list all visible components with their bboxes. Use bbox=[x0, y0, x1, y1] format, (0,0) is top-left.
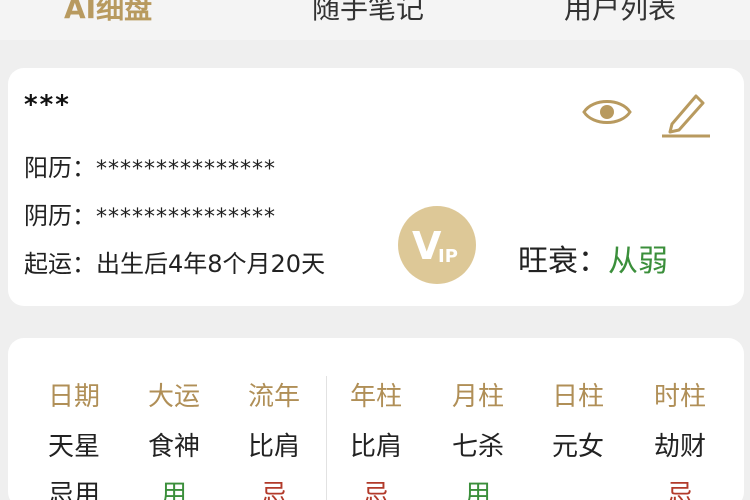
pillar-use: 用 bbox=[464, 480, 491, 500]
start-luck-value: 出生后4年8个月20天 bbox=[96, 250, 326, 278]
pillar-header: 月柱 bbox=[451, 382, 504, 412]
pillar-header: 大运 bbox=[147, 382, 200, 412]
pillar-star: 元女 bbox=[551, 432, 604, 462]
profile-card: *** 阳历：*************** 阴历：**************… bbox=[8, 68, 744, 306]
lunar-date-row: 阴历：*************** bbox=[24, 196, 276, 231]
tab-notes[interactable]: 随手笔记 bbox=[312, 0, 424, 32]
strength-label: 旺衰： bbox=[518, 244, 608, 279]
profile-name: *** bbox=[24, 90, 71, 120]
vip-watermark-icon: V IP bbox=[398, 206, 476, 284]
pillar-header: 时柱 bbox=[653, 382, 706, 412]
pillar-use: 忌用 bbox=[47, 480, 100, 500]
pillar-header: 年柱 bbox=[349, 382, 402, 412]
pillar-use: 忌 bbox=[666, 480, 693, 500]
pillar-header: 日期 bbox=[47, 382, 100, 412]
strength-value: 从弱 bbox=[608, 244, 668, 279]
pillar-use: 忌 bbox=[260, 480, 287, 500]
pillar-header: 流年 bbox=[247, 382, 300, 412]
pillar-star: 比肩 bbox=[349, 432, 402, 462]
tab-ai-chart[interactable]: AI细盘 bbox=[64, 0, 152, 32]
start-luck-row: 起运：出生后4年8个月20天 bbox=[24, 244, 325, 279]
pillar-use: 用 bbox=[160, 480, 187, 500]
edit-icon[interactable] bbox=[658, 88, 712, 138]
pillar-star: 比肩 bbox=[247, 432, 300, 462]
pillars-card: 日期天星忌用 大运食神用 流年比肩忌 年柱比肩忌 月柱七杀用 日柱元女 时柱劫财忌 bbox=[8, 338, 744, 500]
pillar-header: 日柱 bbox=[551, 382, 604, 412]
solar-date-value: *************** bbox=[96, 157, 276, 182]
start-luck-label: 起运： bbox=[24, 250, 96, 278]
pillar-star: 七杀 bbox=[451, 432, 504, 462]
pillar-use: 忌 bbox=[362, 480, 389, 500]
solar-date-row: 阳历：*************** bbox=[24, 148, 276, 183]
strength-row: 旺衰：从弱 bbox=[518, 236, 668, 280]
top-nav: AI细盘 随手笔记 用户列表 bbox=[0, 0, 750, 40]
lunar-date-value: *************** bbox=[96, 205, 276, 230]
solar-date-label: 阳历： bbox=[24, 154, 96, 182]
lunar-date-label: 阴历： bbox=[24, 202, 96, 230]
pillar-star: 食神 bbox=[147, 432, 200, 462]
pillar-star: 天星 bbox=[47, 432, 100, 462]
eye-icon[interactable] bbox=[581, 92, 633, 132]
tab-user-list[interactable]: 用户列表 bbox=[564, 0, 676, 32]
pillar-star: 劫财 bbox=[653, 432, 706, 462]
